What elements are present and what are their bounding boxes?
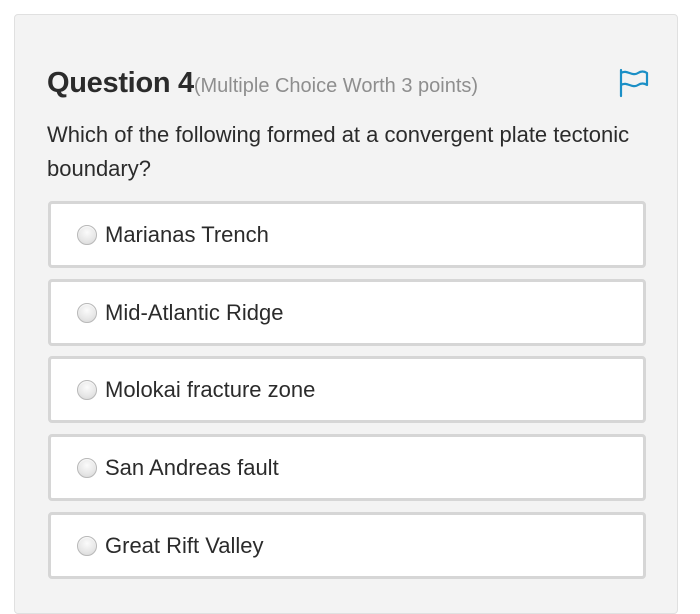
question-header: Question 4 (Multiple Choice Worth 3 poin… [47,67,478,100]
option-marianas-trench[interactable]: Marianas Trench [48,201,646,268]
option-label: Marianas Trench [105,221,269,247]
radio-button[interactable] [77,302,97,323]
question-card: Question 4 (Multiple Choice Worth 3 poin… [14,14,678,614]
flag-question-button[interactable] [616,68,650,98]
option-great-rift-valley[interactable]: Great Rift Valley [48,512,646,579]
flag-icon [619,68,649,98]
option-label: Molokai fracture zone [105,376,316,402]
radio-button[interactable] [77,457,97,478]
option-mid-atlantic-ridge[interactable]: Mid-Atlantic Ridge [48,279,646,346]
question-title: Question 4 [47,67,194,99]
radio-button[interactable] [77,379,97,400]
radio-button[interactable] [77,224,97,245]
option-molokai-fracture-zone[interactable]: Molokai fracture zone [48,356,646,423]
option-label: Mid-Atlantic Ridge [105,299,284,325]
option-label: Great Rift Valley [105,532,264,558]
question-text: Which of the following formed at a conve… [47,122,630,181]
question-meta: (Multiple Choice Worth 3 points) [193,75,479,97]
option-san-andreas-fault[interactable]: San Andreas fault [48,434,646,501]
option-label: San Andreas fault [105,454,279,480]
radio-button[interactable] [77,535,97,556]
